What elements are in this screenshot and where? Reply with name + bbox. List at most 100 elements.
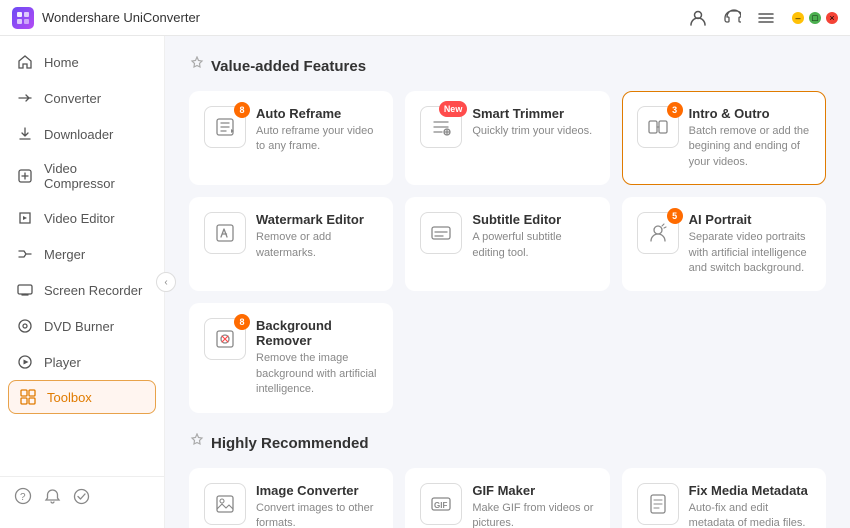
card-title-subtitle-editor: Subtitle Editor bbox=[472, 212, 594, 227]
app-logo bbox=[12, 7, 34, 29]
converter-icon bbox=[16, 89, 34, 107]
card-smart-trimmer[interactable]: New Smart Trimmer Quickly trim your vide… bbox=[405, 91, 609, 185]
sidebar-label-video-compressor: Video Compressor bbox=[44, 161, 148, 191]
value-added-section-title: Value-added Features bbox=[189, 56, 826, 77]
video-editor-icon bbox=[16, 209, 34, 227]
value-added-grid: 8 Auto Reframe Auto reframe your video t… bbox=[189, 91, 826, 413]
help-icon[interactable]: ? bbox=[14, 487, 32, 510]
badge-count: 8 bbox=[234, 102, 250, 118]
card-title-fix-media-metadata: Fix Media Metadata bbox=[689, 483, 811, 498]
sidebar-label-video-editor: Video Editor bbox=[44, 211, 115, 226]
app-title: Wondershare UniConverter bbox=[42, 10, 684, 25]
sidebar-label-screen-recorder: Screen Recorder bbox=[44, 283, 142, 298]
sidebar-item-player[interactable]: Player bbox=[0, 344, 164, 380]
card-icon-ai-portrait: 5 bbox=[637, 212, 679, 254]
card-title-smart-trimmer: Smart Trimmer bbox=[472, 106, 594, 121]
feedback-icon[interactable] bbox=[73, 488, 90, 510]
minimize-btn[interactable]: – bbox=[792, 12, 804, 24]
svg-text:GIF: GIF bbox=[434, 501, 447, 510]
card-icon-fix-media-metadata bbox=[637, 483, 679, 525]
card-gif-maker[interactable]: GIF GIF Maker Make GIF from videos or pi… bbox=[405, 468, 609, 528]
badge-count: 5 bbox=[667, 208, 683, 224]
card-icon-smart-trimmer: New bbox=[420, 106, 462, 148]
card-title-watermark-editor: Watermark Editor bbox=[256, 212, 378, 227]
svg-text:?: ? bbox=[20, 492, 26, 503]
sidebar-item-screen-recorder[interactable]: Screen Recorder bbox=[0, 272, 164, 308]
sidebar-footer: ? bbox=[0, 476, 164, 520]
window-controls: – □ × bbox=[792, 12, 838, 24]
sidebar-label-downloader: Downloader bbox=[44, 127, 113, 142]
dvd-burner-icon bbox=[16, 317, 34, 335]
sidebar-label-player: Player bbox=[44, 355, 81, 370]
sidebar-item-video-compressor[interactable]: Video Compressor bbox=[0, 152, 164, 200]
sidebar-item-dvd-burner[interactable]: DVD Burner bbox=[0, 308, 164, 344]
card-desc-auto-reframe: Auto reframe your video to any frame. bbox=[256, 124, 378, 155]
sidebar-item-home[interactable]: Home bbox=[0, 44, 164, 80]
card-icon-gif-maker: GIF bbox=[420, 483, 462, 525]
card-desc-gif-maker: Make GIF from videos or pictures. bbox=[472, 501, 594, 528]
card-title-gif-maker: GIF Maker bbox=[472, 483, 594, 498]
card-desc-background-remover: Remove the image background with artific… bbox=[256, 351, 378, 397]
sidebar-item-converter[interactable]: Converter bbox=[0, 80, 164, 116]
card-icon-intro-outro: 3 bbox=[637, 106, 679, 148]
card-background-remover[interactable]: 8 Background Remover Remove the image ba… bbox=[189, 303, 393, 412]
card-icon-image-converter bbox=[204, 483, 246, 525]
card-title-background-remover: Background Remover bbox=[256, 318, 378, 348]
badge-count: 8 bbox=[234, 314, 250, 330]
card-subtitle-editor[interactable]: Subtitle Editor A powerful subtitle edit… bbox=[405, 197, 609, 291]
maximize-btn[interactable]: □ bbox=[809, 12, 821, 24]
card-title-intro-outro: Intro & Outro bbox=[689, 106, 811, 121]
card-image-converter[interactable]: Image Converter Convert images to other … bbox=[189, 468, 393, 528]
card-desc-intro-outro: Batch remove or add the begining and end… bbox=[689, 124, 811, 170]
screen-recorder-icon bbox=[16, 281, 34, 299]
sidebar-label-converter: Converter bbox=[44, 91, 101, 106]
section-icon bbox=[189, 56, 205, 77]
user-icon-btn[interactable] bbox=[684, 4, 712, 32]
card-title-auto-reframe: Auto Reframe bbox=[256, 106, 378, 121]
card-auto-reframe[interactable]: 8 Auto Reframe Auto reframe your video t… bbox=[189, 91, 393, 185]
merger-icon bbox=[16, 245, 34, 263]
card-icon-background-remover: 8 bbox=[204, 318, 246, 360]
card-icon-watermark-editor bbox=[204, 212, 246, 254]
card-watermark-editor[interactable]: Watermark Editor Remove or add watermark… bbox=[189, 197, 393, 291]
close-btn[interactable]: × bbox=[826, 12, 838, 24]
sidebar-item-video-editor[interactable]: Video Editor bbox=[0, 200, 164, 236]
sidebar-item-merger[interactable]: Merger bbox=[0, 236, 164, 272]
card-fix-media-metadata[interactable]: Fix Media Metadata Auto-fix and edit met… bbox=[622, 468, 826, 528]
bell-icon[interactable] bbox=[44, 488, 61, 510]
titlebar-actions: – □ × bbox=[684, 4, 838, 32]
card-intro-outro[interactable]: 3 Intro & Outro Batch remove or add the … bbox=[622, 91, 826, 185]
sidebar-label-toolbox: Toolbox bbox=[47, 390, 92, 405]
app-body: Home Converter Downloader Video Compress… bbox=[0, 36, 850, 528]
headset-icon-btn[interactable] bbox=[718, 4, 746, 32]
sidebar-item-toolbox[interactable]: Toolbox bbox=[8, 380, 156, 414]
sidebar-label-merger: Merger bbox=[44, 247, 85, 262]
toolbox-icon bbox=[19, 388, 37, 406]
card-title-ai-portrait: AI Portrait bbox=[689, 212, 811, 227]
card-ai-portrait[interactable]: 5 AI Portrait Separate video portraits w… bbox=[622, 197, 826, 291]
card-icon-subtitle-editor bbox=[420, 212, 462, 254]
recommended-icon bbox=[189, 433, 205, 454]
card-desc-ai-portrait: Separate video portraits with artificial… bbox=[689, 230, 811, 276]
badge-count: 3 bbox=[667, 102, 683, 118]
sidebar-label-dvd-burner: DVD Burner bbox=[44, 319, 114, 334]
sidebar-label-home: Home bbox=[44, 55, 79, 70]
card-desc-smart-trimmer: Quickly trim your videos. bbox=[472, 124, 594, 139]
card-title-image-converter: Image Converter bbox=[256, 483, 378, 498]
card-icon-auto-reframe: 8 bbox=[204, 106, 246, 148]
sidebar: Home Converter Downloader Video Compress… bbox=[0, 36, 165, 528]
card-desc-watermark-editor: Remove or add watermarks. bbox=[256, 230, 378, 261]
menu-icon-btn[interactable] bbox=[752, 4, 780, 32]
sidebar-collapse-btn[interactable]: ‹ bbox=[156, 272, 176, 292]
recommended-grid: Image Converter Convert images to other … bbox=[189, 468, 826, 528]
card-desc-fix-media-metadata: Auto-fix and edit metadata of media file… bbox=[689, 501, 811, 528]
downloader-icon bbox=[16, 125, 34, 143]
home-icon bbox=[16, 53, 34, 71]
player-icon bbox=[16, 353, 34, 371]
highly-recommended-section-title: Highly Recommended bbox=[189, 433, 826, 454]
sidebar-item-downloader[interactable]: Downloader bbox=[0, 116, 164, 152]
video-compressor-icon bbox=[16, 167, 34, 185]
card-desc-image-converter: Convert images to other formats. bbox=[256, 501, 378, 528]
badge-new: New bbox=[439, 101, 468, 117]
card-desc-subtitle-editor: A powerful subtitle editing tool. bbox=[472, 230, 594, 261]
